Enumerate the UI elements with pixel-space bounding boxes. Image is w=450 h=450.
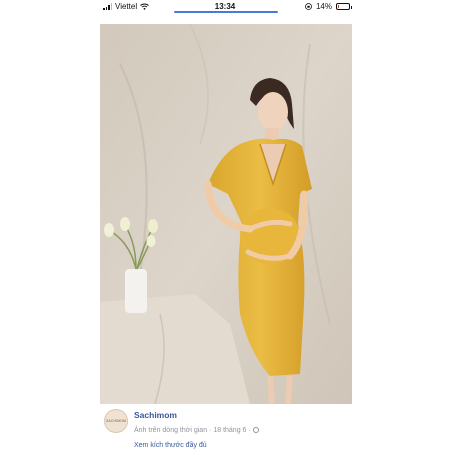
post-footer: SACHIMOM Sachimom Ảnh trên dòng thời gia… <box>100 404 352 450</box>
meta-separator: · <box>248 427 251 434</box>
orientation-lock-icon <box>305 3 312 10</box>
face <box>258 92 288 132</box>
avatar-logo-text: SACHIMOM <box>105 419 127 423</box>
battery-icon <box>336 3 352 10</box>
flower-bud <box>120 217 130 231</box>
status-bar: Viettel 13:34 14% <box>0 0 450 14</box>
flower-bud <box>146 235 156 247</box>
meta-separator: · <box>209 427 212 434</box>
post-meta: Ảnh trên dòng thời gian · 18 tháng 6 · <box>134 427 259 434</box>
page-indicator <box>174 11 278 13</box>
view-full-size-link[interactable]: Xem kích thước đầy đủ <box>134 442 207 449</box>
flower-bud <box>148 219 158 233</box>
white-vase <box>125 269 147 313</box>
clock: 13:34 <box>214 2 236 11</box>
album-link[interactable]: Ảnh trên dòng thời gian <box>134 427 207 434</box>
battery-percent: 14% <box>315 2 332 11</box>
avatar[interactable]: SACHIMOM <box>104 409 128 433</box>
maternity-dress-photo <box>100 24 352 404</box>
page-name-link[interactable]: Sachimom <box>134 410 177 420</box>
post-date[interactable]: 18 tháng 6 <box>213 427 246 434</box>
globe-icon <box>252 427 259 433</box>
flower-bud <box>104 223 114 237</box>
battery-group: 14% <box>305 2 352 11</box>
post-photo[interactable] <box>100 24 352 404</box>
